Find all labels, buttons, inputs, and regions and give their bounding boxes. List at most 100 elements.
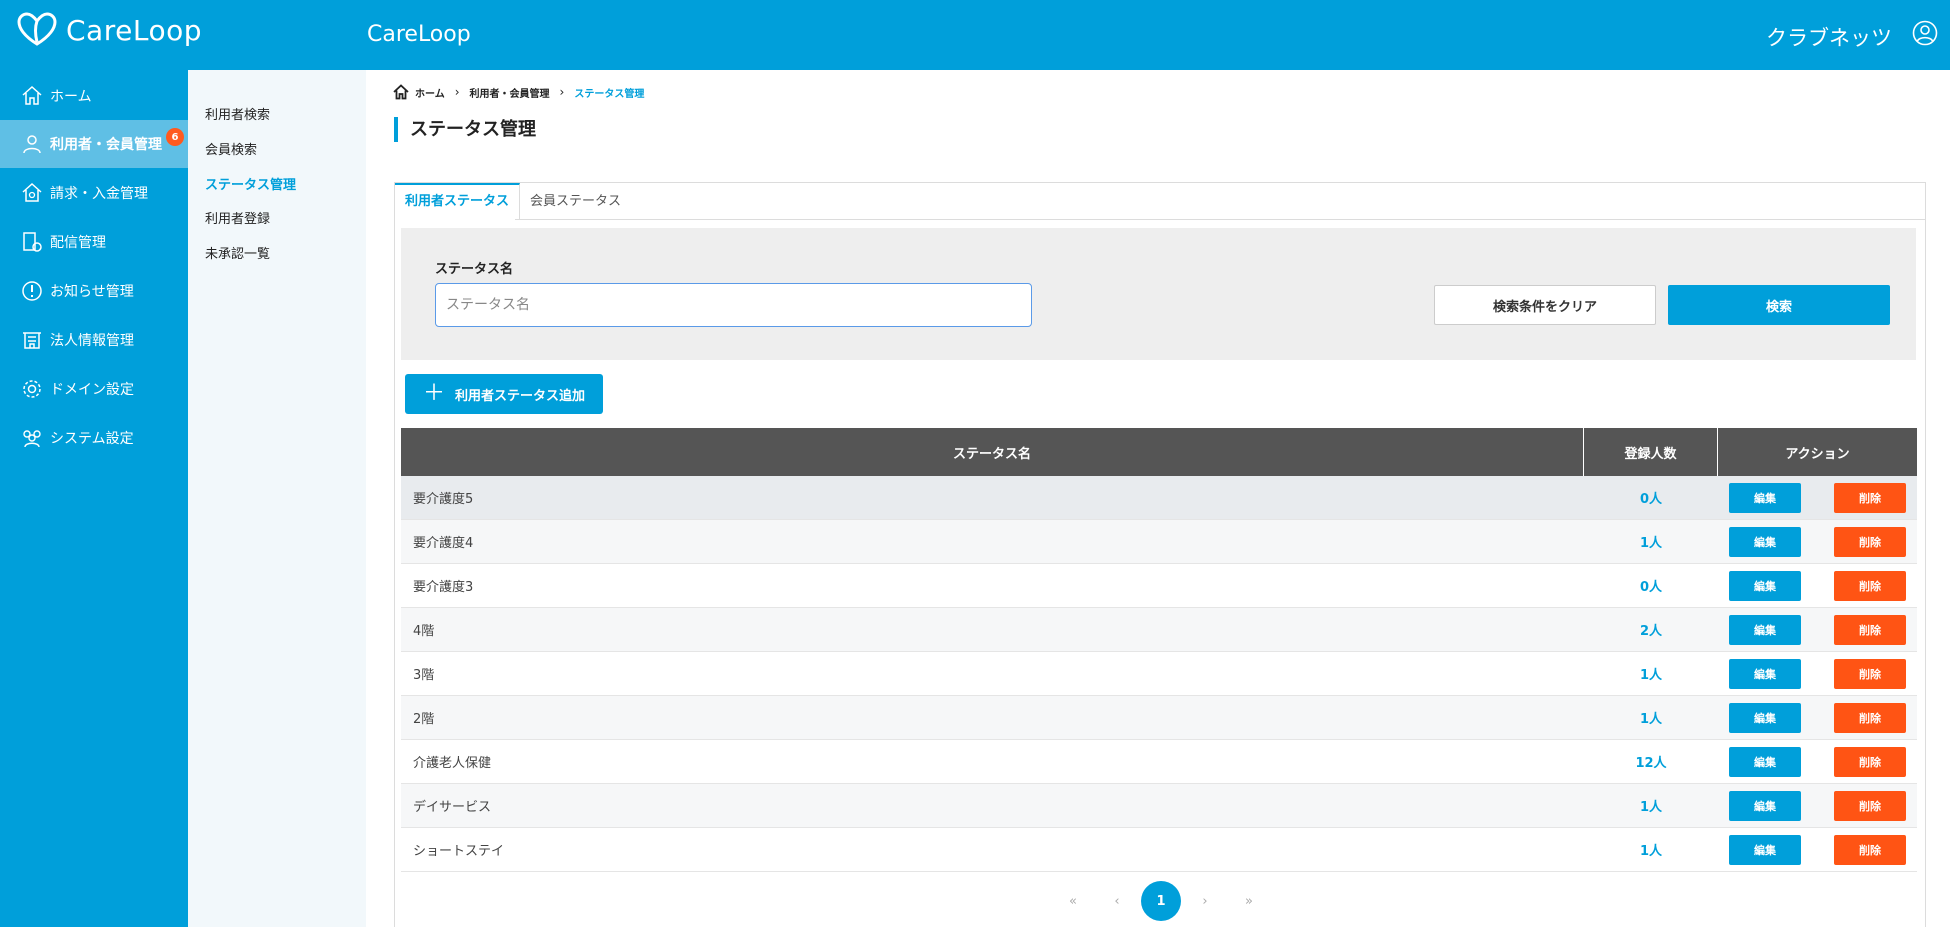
content-panel: 利用者ステータス 会員ステータス ステータス名 検索条件をクリア 検索 ＋ 利用…: [394, 182, 1926, 927]
edit-button[interactable]: 編集: [1729, 790, 1801, 821]
top-header: CareLoop CareLoop クラブネッツ: [0, 0, 1950, 70]
logo[interactable]: CareLoop: [16, 10, 202, 50]
main-sidebar: ホーム 利用者・会員管理 6 請求・入金管理 配信管理 お知らせ管理 法人情報管…: [0, 70, 188, 927]
status-name-cell: 要介護度5: [413, 492, 474, 507]
subnav-user-search[interactable]: 利用者検索: [205, 104, 270, 123]
edit-button[interactable]: 編集: [1729, 482, 1801, 513]
table-row: 2階 1人 編集 削除: [401, 696, 1917, 740]
status-name-cell: 4階: [413, 624, 435, 639]
table-body: 要介護度5 0人 編集 削除 要介護度4 1人 編集 削除 要介護度3 0人 編集 削除 4階 2人 編集削…: [401, 476, 1917, 872]
subnav-member-search[interactable]: 会員検索: [205, 139, 257, 158]
status-name-input[interactable]: [435, 283, 1032, 327]
table-row: デイサービス 1人 編集 削除: [401, 784, 1917, 828]
column-header-action: アクション: [1785, 446, 1850, 462]
status-name-cell: 2階: [413, 712, 435, 727]
sidebar-item-corporate[interactable]: 法人情報管理: [0, 316, 188, 364]
billing-icon: [22, 182, 42, 202]
registered-count-cell[interactable]: 0人: [1584, 488, 1718, 507]
sidebar-item-label: お知らせ管理: [50, 284, 134, 300]
delete-button[interactable]: 削除: [1834, 746, 1906, 777]
edit-button[interactable]: 編集: [1729, 746, 1801, 777]
sidebar-item-users[interactable]: 利用者・会員管理 6: [0, 120, 188, 168]
chevron-right-icon: ›: [559, 85, 565, 99]
registered-count-cell[interactable]: 12人: [1584, 752, 1718, 771]
subnav-unapproved-list[interactable]: 未承認一覧: [205, 243, 270, 262]
registered-count-cell[interactable]: 2人: [1584, 620, 1718, 639]
registered-count-cell[interactable]: 1人: [1584, 840, 1718, 859]
status-name-cell: デイサービス: [413, 800, 492, 815]
sidebar-item-label: ドメイン設定: [50, 382, 134, 398]
action-cell: 編集 削除: [1718, 526, 1917, 557]
breadcrumb-home[interactable]: ホーム: [415, 85, 445, 100]
edit-button[interactable]: 編集: [1729, 702, 1801, 733]
registered-count-cell[interactable]: 1人: [1584, 532, 1718, 551]
app-title: CareLoop: [367, 22, 471, 47]
delete-button[interactable]: 削除: [1834, 482, 1906, 513]
tab-divider: [515, 219, 1926, 220]
edit-button[interactable]: 編集: [1729, 570, 1801, 601]
page-title: ステータス管理: [394, 117, 536, 142]
edit-button[interactable]: 編集: [1729, 614, 1801, 645]
tab-member-status[interactable]: 会員ステータス: [520, 183, 631, 220]
clear-search-button[interactable]: 検索条件をクリア: [1434, 285, 1656, 325]
sidebar-item-home[interactable]: ホーム: [0, 72, 188, 120]
delete-button[interactable]: 削除: [1834, 570, 1906, 601]
registered-count-cell[interactable]: 0人: [1584, 576, 1718, 595]
sidebar-item-label: システム設定: [50, 431, 134, 447]
breadcrumb-parent[interactable]: 利用者・会員管理: [470, 85, 550, 100]
delete-button[interactable]: 削除: [1834, 614, 1906, 645]
tab-bar: 利用者ステータス 会員ステータス: [395, 183, 631, 220]
user-icon[interactable]: [1912, 20, 1938, 46]
edit-button[interactable]: 編集: [1729, 526, 1801, 557]
delete-button[interactable]: 削除: [1834, 702, 1906, 733]
sidebar-item-delivery[interactable]: 配信管理: [0, 218, 188, 266]
tab-user-status[interactable]: 利用者ステータス: [395, 183, 521, 220]
add-user-status-button[interactable]: ＋ 利用者ステータス追加: [405, 374, 603, 414]
sub-navigation: 利用者検索 会員検索 ステータス管理 利用者登録 未承認一覧: [188, 70, 366, 927]
next-page-button[interactable]: ›: [1185, 881, 1225, 921]
delete-button[interactable]: 削除: [1834, 526, 1906, 557]
group-icon: [23, 430, 41, 448]
action-cell: 編集 削除: [1718, 702, 1917, 733]
page-number-button[interactable]: 1: [1141, 881, 1181, 921]
subnav-status-management[interactable]: ステータス管理: [205, 174, 296, 193]
subnav-user-register[interactable]: 利用者登録: [205, 208, 270, 227]
registered-count-cell[interactable]: 1人: [1584, 664, 1718, 683]
search-panel: ステータス名 検索条件をクリア 検索: [401, 228, 1916, 360]
prev-page-button[interactable]: ‹: [1097, 881, 1137, 921]
breadcrumb: ホーム › 利用者・会員管理 › ステータス管理: [393, 84, 644, 100]
table-row: 要介護度3 0人 編集 削除: [401, 564, 1917, 608]
status-name-cell: 3階: [413, 668, 435, 683]
status-name-cell: ショートステイ: [413, 844, 505, 859]
chevron-right-icon: ›: [454, 85, 460, 99]
registered-count-cell[interactable]: 1人: [1584, 708, 1718, 727]
edit-button[interactable]: 編集: [1729, 658, 1801, 689]
sidebar-item-label: ホーム: [50, 89, 92, 105]
action-cell: 編集 削除: [1718, 746, 1917, 777]
column-header-count: 登録人数: [1584, 428, 1718, 476]
sidebar-item-billing[interactable]: 請求・入金管理: [0, 169, 188, 217]
sidebar-item-label: 配信管理: [50, 235, 106, 251]
edit-button[interactable]: 編集: [1729, 834, 1801, 865]
first-page-button[interactable]: «: [1053, 881, 1093, 921]
users-icon: [23, 135, 41, 154]
user-name[interactable]: クラブネッツ: [1766, 22, 1892, 52]
search-button[interactable]: 検索: [1668, 285, 1890, 325]
sidebar-item-domain[interactable]: ドメイン設定: [0, 365, 188, 413]
home-icon[interactable]: [393, 84, 409, 100]
table-row: ショートステイ 1人 編集 削除: [401, 828, 1917, 872]
table-row: 介護老人保健 12人 編集 削除: [401, 740, 1917, 784]
delete-button[interactable]: 削除: [1834, 834, 1906, 865]
registered-count-cell[interactable]: 1人: [1584, 796, 1718, 815]
sidebar-item-notice[interactable]: お知らせ管理: [0, 267, 188, 315]
sidebar-item-system[interactable]: システム設定: [0, 414, 188, 462]
search-label: ステータス名: [435, 262, 514, 277]
action-cell: 編集 削除: [1718, 614, 1917, 645]
last-page-button[interactable]: »: [1229, 881, 1269, 921]
add-button-label: 利用者ステータス追加: [455, 388, 586, 404]
breadcrumb-current: ステータス管理: [574, 88, 645, 100]
sidebar-item-label: 利用者・会員管理: [50, 137, 162, 153]
delete-button[interactable]: 削除: [1834, 658, 1906, 689]
delete-button[interactable]: 削除: [1834, 790, 1906, 821]
column-header-status-name: ステータス名: [401, 428, 1584, 476]
